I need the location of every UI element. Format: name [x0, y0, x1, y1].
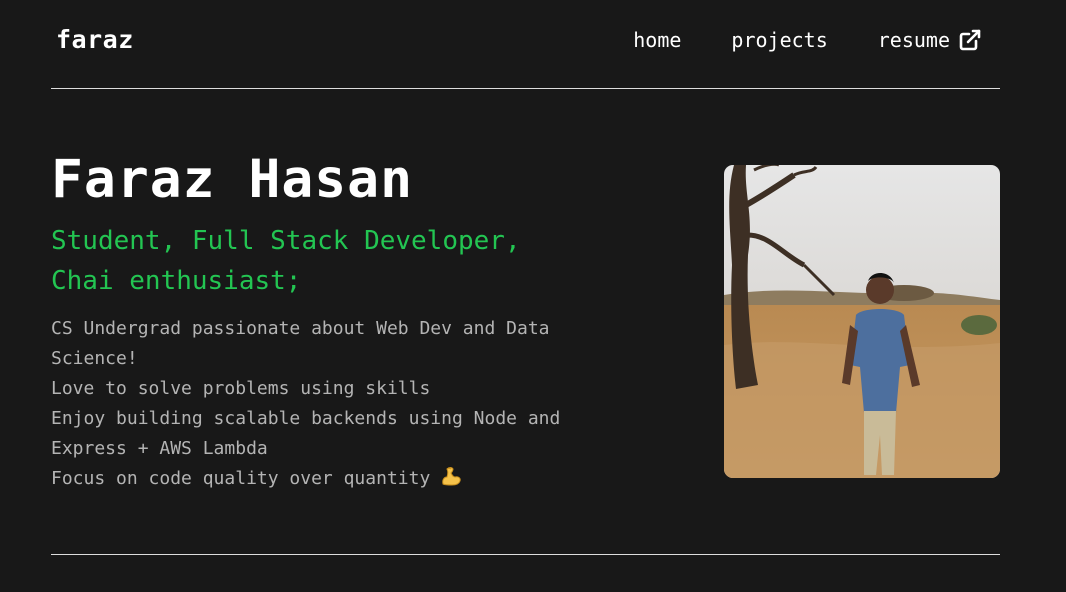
- site-header: faraz home projects resume: [51, 0, 1000, 88]
- main-nav: home projects resume: [633, 28, 982, 52]
- hero-name: Faraz Hasan: [51, 149, 413, 210]
- tagline-line: Student, Full Stack Developer,: [51, 226, 521, 256]
- flexed-biceps-icon: [440, 465, 462, 497]
- site-logo[interactable]: faraz: [56, 25, 134, 54]
- nav-projects-label: projects: [731, 28, 828, 52]
- tagline-line: Chai enthusiast;: [51, 266, 302, 296]
- nav-projects-link[interactable]: projects: [731, 28, 827, 52]
- nav-home-label: home: [633, 28, 682, 52]
- bio-line: CS Undergrad passionate about Web Dev an…: [51, 318, 550, 339]
- header-divider: [51, 88, 1000, 89]
- nav-resume-label: resume: [877, 28, 950, 52]
- bio-line: Science!: [51, 348, 138, 369]
- nav-home-link[interactable]: home: [633, 28, 681, 52]
- hero-bio: CS Undergrad passionate about Web Dev an…: [51, 314, 591, 497]
- profile-photo: [724, 165, 1000, 478]
- bio-line-text: Focus on code quality over quantity: [51, 468, 431, 489]
- external-link-icon: [958, 28, 982, 52]
- section-divider: [51, 554, 1000, 555]
- bio-line-last: Focus on code quality over quantity: [51, 464, 591, 497]
- bio-line: Express + AWS Lambda: [51, 438, 268, 459]
- nav-resume-link[interactable]: resume: [878, 28, 982, 52]
- bio-line: Enjoy building scalable backends using N…: [51, 408, 561, 429]
- bio-line: Love to solve problems using skills: [51, 378, 431, 399]
- hero-tagline: Student, Full Stack Developer, Chai enth…: [51, 221, 611, 301]
